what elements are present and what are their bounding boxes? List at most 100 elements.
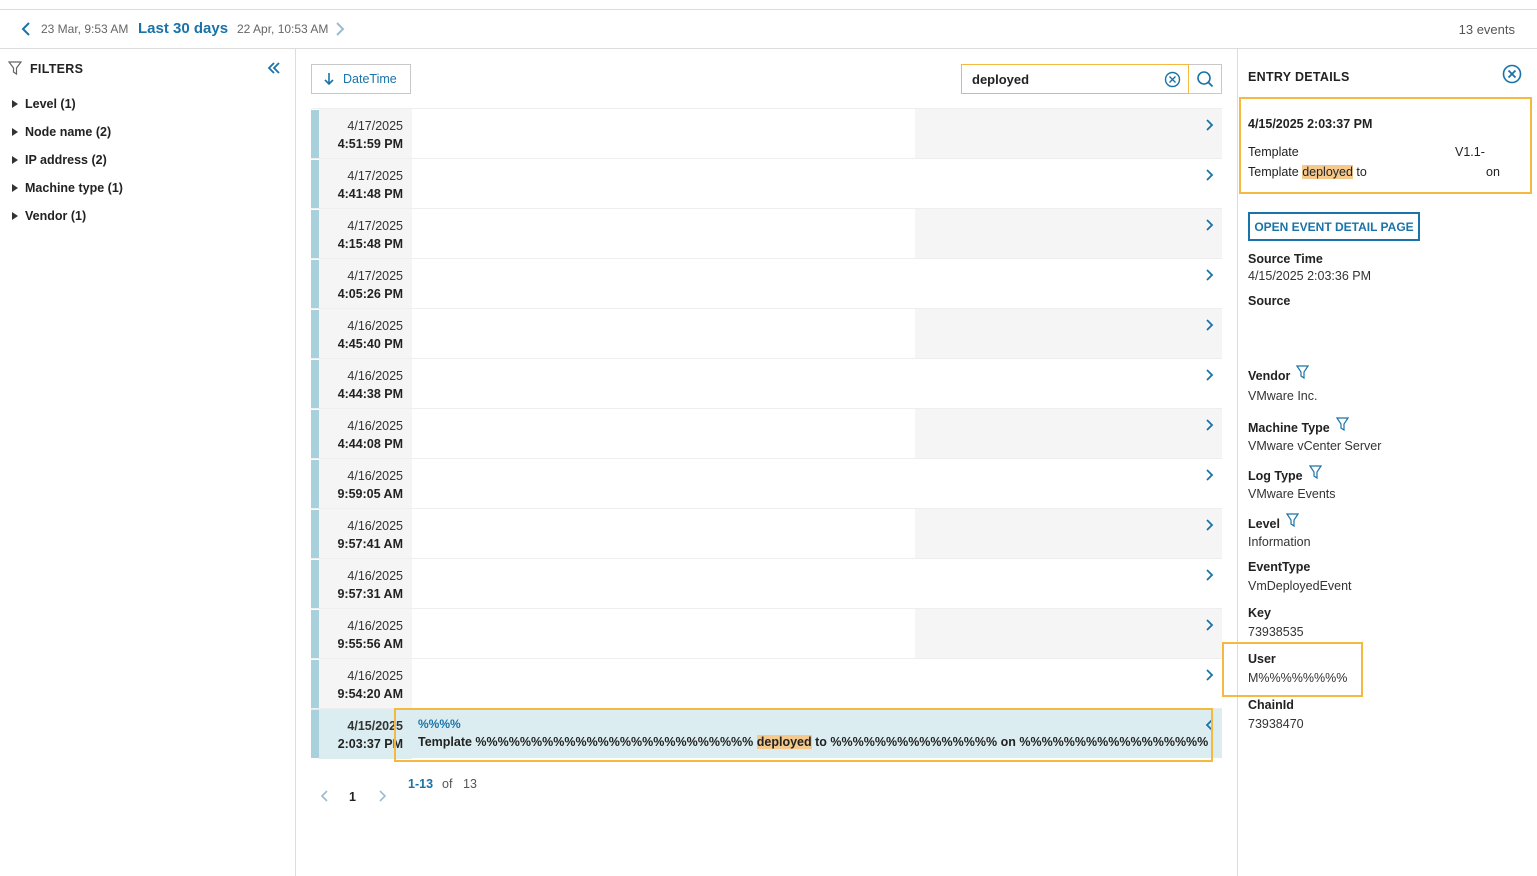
table-row[interactable]: 4/16/2025 4:44:08 PM bbox=[311, 408, 1222, 459]
chevron-right-icon[interactable] bbox=[1205, 368, 1215, 382]
filter-icon[interactable] bbox=[1335, 417, 1349, 432]
row-time: 9:57:41 AM bbox=[337, 537, 403, 551]
time-range-bar: 23 Mar, 9:53 AM Last 30 days 22 Apr, 10:… bbox=[0, 9, 1537, 49]
expand-arrow-icon bbox=[12, 128, 18, 136]
field-label: Source Time bbox=[1248, 252, 1323, 266]
chevron-right-icon[interactable] bbox=[1205, 618, 1215, 632]
field-label: Key bbox=[1248, 606, 1271, 620]
range-start: 23 Mar, 9:53 AM bbox=[41, 22, 129, 36]
table-row[interactable]: 4/17/2025 4:05:26 PM bbox=[311, 258, 1222, 309]
arrow-down-icon bbox=[324, 73, 334, 86]
field-label-source-time: Source Time bbox=[1248, 252, 1323, 266]
search-input[interactable]: deployed bbox=[961, 64, 1189, 94]
level-bar bbox=[311, 410, 319, 458]
expand-arrow-icon bbox=[12, 100, 18, 108]
filter-node-name[interactable]: Node name (2) bbox=[12, 122, 111, 142]
clear-icon[interactable] bbox=[1164, 71, 1181, 88]
datetime-cell: 4/16/2025 9:57:41 AM bbox=[319, 509, 412, 559]
row-date: 4/17/2025 bbox=[347, 169, 403, 183]
pagination: 1 1-13 of 13 bbox=[311, 776, 611, 806]
filter-label: Node name (2) bbox=[25, 125, 112, 139]
chevron-right-icon[interactable] bbox=[1205, 518, 1215, 532]
table-row[interactable]: 4/16/2025 9:57:41 AM bbox=[311, 508, 1222, 559]
row-date: 4/17/2025 bbox=[347, 119, 403, 133]
search-icon bbox=[1197, 71, 1214, 88]
chevron-right-icon[interactable] bbox=[1205, 168, 1215, 182]
chevron-right-icon[interactable] bbox=[1205, 418, 1215, 432]
level-bar bbox=[311, 460, 319, 508]
row-time: 4:05:26 PM bbox=[337, 287, 403, 301]
filter-icon[interactable] bbox=[1285, 513, 1299, 528]
row-time: 9:57:31 AM bbox=[337, 587, 403, 601]
level-bar bbox=[311, 660, 319, 708]
row-detail-area bbox=[915, 509, 1222, 559]
expand-arrow-icon bbox=[12, 156, 18, 164]
chevron-right-icon[interactable] bbox=[1205, 568, 1215, 582]
chevron-right-icon[interactable] bbox=[1205, 268, 1215, 282]
table-row[interactable]: 4/16/2025 9:55:56 AM bbox=[311, 608, 1222, 659]
row-date: 4/16/2025 bbox=[347, 319, 403, 333]
table-row[interactable]: 4/17/2025 4:51:59 PM bbox=[311, 108, 1222, 159]
chevron-right-icon[interactable] bbox=[1205, 468, 1215, 482]
field-value-chain-id: 73938470 bbox=[1248, 717, 1304, 731]
chevron-left-icon[interactable] bbox=[20, 21, 34, 37]
datetime-cell: 4/16/2025 4:45:40 PM bbox=[319, 309, 412, 359]
table-row[interactable]: 4/16/2025 9:59:05 AM bbox=[311, 458, 1222, 509]
filters-panel: FILTERS Level (1) Node name (2) IP addre… bbox=[0, 49, 296, 876]
row-date: 4/16/2025 bbox=[347, 419, 403, 433]
filter-machine-type[interactable]: Machine type (1) bbox=[12, 178, 123, 198]
filter-vendor[interactable]: Vendor (1) bbox=[12, 206, 86, 226]
page-number[interactable]: 1 bbox=[349, 790, 356, 804]
field-label-level: Level bbox=[1248, 513, 1299, 531]
details-msg-on: on bbox=[1486, 165, 1500, 179]
field-label: Log Type bbox=[1248, 469, 1303, 483]
field-label: ChainId bbox=[1248, 698, 1294, 712]
table-row[interactable]: 4/17/2025 4:41:48 PM bbox=[311, 158, 1222, 209]
datetime-cell: 4/16/2025 4:44:38 PM bbox=[319, 359, 412, 409]
search-button[interactable] bbox=[1189, 64, 1222, 94]
table-row[interactable]: 4/16/2025 4:44:38 PM bbox=[311, 358, 1222, 409]
double-chevron-left-icon[interactable] bbox=[267, 61, 281, 75]
range-label[interactable]: Last 30 days bbox=[138, 20, 228, 37]
chevron-right-icon[interactable] bbox=[1205, 668, 1215, 682]
table-row[interactable]: 4/16/2025 9:57:31 AM bbox=[311, 558, 1222, 609]
chevron-right-icon[interactable] bbox=[1205, 118, 1215, 132]
chevron-right-icon[interactable] bbox=[333, 21, 347, 37]
filters-title: FILTERS bbox=[30, 62, 84, 76]
filter-ip-address[interactable]: IP address (2) bbox=[12, 150, 107, 170]
row-time: 4:45:40 PM bbox=[337, 337, 403, 351]
page-total: 13 bbox=[463, 777, 477, 791]
expand-arrow-icon bbox=[12, 212, 18, 220]
details-title: ENTRY DETAILS bbox=[1248, 70, 1350, 84]
row-time: 4:15:48 PM bbox=[337, 237, 403, 251]
field-value-log-type: VMware Events bbox=[1248, 487, 1336, 501]
page-range: 1-13 bbox=[408, 777, 434, 791]
level-bar bbox=[311, 360, 319, 408]
field-value-machine-type: VMware vCenter Server bbox=[1248, 439, 1382, 453]
field-label-source: Source bbox=[1248, 294, 1290, 308]
sort-datetime-button[interactable]: DateTime bbox=[311, 64, 411, 94]
chevron-right-icon[interactable] bbox=[1205, 318, 1215, 332]
filter-level[interactable]: Level (1) bbox=[12, 94, 76, 114]
close-icon[interactable] bbox=[1502, 64, 1522, 84]
chevron-right-icon[interactable] bbox=[1205, 218, 1215, 232]
open-event-detail-button[interactable]: OPEN EVENT DETAIL PAGE bbox=[1248, 212, 1420, 241]
row-time: 4:41:48 PM bbox=[337, 187, 403, 201]
datetime-cell: 4/16/2025 9:59:05 AM bbox=[319, 459, 412, 509]
level-bar bbox=[311, 160, 319, 208]
filter-icon[interactable] bbox=[1296, 365, 1310, 380]
table-row[interactable]: 4/17/2025 4:15:48 PM bbox=[311, 208, 1222, 259]
datetime-cell: 4/17/2025 4:41:48 PM bbox=[319, 159, 412, 209]
table-row[interactable]: 4/16/2025 9:54:20 AM bbox=[311, 658, 1222, 709]
chevron-right-icon[interactable] bbox=[378, 789, 388, 803]
datetime-cell: 4/17/2025 4:15:48 PM bbox=[319, 209, 412, 259]
field-label: Vendor bbox=[1248, 369, 1291, 383]
filter-icon[interactable] bbox=[1308, 465, 1322, 480]
level-bar bbox=[311, 210, 319, 258]
expand-arrow-icon bbox=[12, 184, 18, 192]
chevron-left-icon[interactable] bbox=[320, 789, 330, 803]
filter-label: Level (1) bbox=[25, 97, 76, 111]
range-end: 22 Apr, 10:53 AM bbox=[237, 22, 329, 36]
table-row[interactable]: 4/16/2025 4:45:40 PM bbox=[311, 308, 1222, 359]
field-value-source-time: 4/15/2025 2:03:36 PM bbox=[1248, 269, 1372, 283]
